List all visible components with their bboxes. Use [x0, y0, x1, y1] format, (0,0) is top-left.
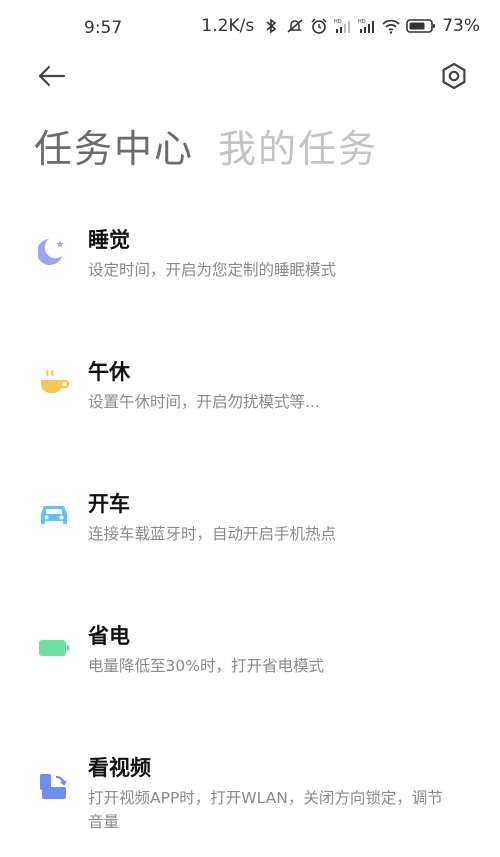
mute-icon: [286, 17, 304, 35]
task-description: 设定时间，开启为您定制的睡眠模式: [88, 261, 337, 279]
task-title: 省电: [88, 624, 130, 648]
moon-icon: [38, 234, 70, 266]
bluetooth-icon: [262, 17, 280, 35]
top-bar: [0, 56, 500, 100]
task-description: 电量降低至30%时，打开省电模式: [88, 657, 324, 675]
tab-task-center[interactable]: 任务中心: [34, 118, 194, 173]
task-title: 午休: [88, 360, 130, 384]
task-description: 打开视频APP时，打开WLAN，关闭方向锁定，调节音量: [88, 789, 443, 831]
svg-text:HD: HD: [334, 19, 342, 25]
task-item-watch-video[interactable]: 看视频 打开视频APP时，打开WLAN，关闭方向锁定，调节音量: [0, 748, 500, 857]
status-time: 9:57: [84, 18, 123, 38]
task-item-sleep[interactable]: 睡觉 设定时间，开启为您定制的睡眠模式: [0, 220, 500, 320]
task-title: 睡觉: [88, 228, 130, 252]
back-arrow-icon: [36, 64, 66, 92]
video-rotate-icon: [38, 772, 70, 804]
svg-text:HD: HD: [358, 19, 366, 25]
task-item-nap[interactable]: 午休 设置午休时间，开启勿扰模式等...: [0, 352, 500, 452]
settings-hexagon-icon: [440, 62, 468, 94]
car-icon: [38, 498, 70, 530]
signal-hd-icon: HD: [334, 17, 352, 35]
task-item-power-saving[interactable]: 省电 电量降低至30%时，打开省电模式: [0, 616, 500, 716]
task-title: 看视频: [88, 756, 151, 780]
settings-button[interactable]: [438, 62, 470, 94]
task-title: 开车: [88, 492, 130, 516]
task-description: 连接车载蓝牙时，自动开启手机热点: [88, 525, 337, 543]
battery-saver-icon: [38, 632, 70, 664]
battery-icon: [406, 17, 436, 35]
wifi-icon: [382, 17, 400, 35]
task-item-driving[interactable]: 开车 连接车载蓝牙时，自动开启手机热点: [0, 484, 500, 584]
network-speed: 1.2K/s: [201, 16, 255, 36]
back-button[interactable]: [34, 62, 68, 94]
coffee-cup-icon: [38, 366, 70, 398]
signal-hd-icon: HD: [358, 17, 376, 35]
status-bar: 9:57 1.2K/s HD HD 73%: [0, 0, 500, 56]
status-icons: 1.2K/s HD HD 73%: [201, 16, 480, 36]
alarm-icon: [310, 17, 328, 35]
battery-percent: 73%: [442, 16, 480, 36]
task-description: 设置午休时间，开启勿扰模式等...: [88, 393, 320, 411]
tab-my-tasks[interactable]: 我的任务: [218, 118, 378, 173]
tab-bar: 任务中心 我的任务: [34, 118, 378, 173]
